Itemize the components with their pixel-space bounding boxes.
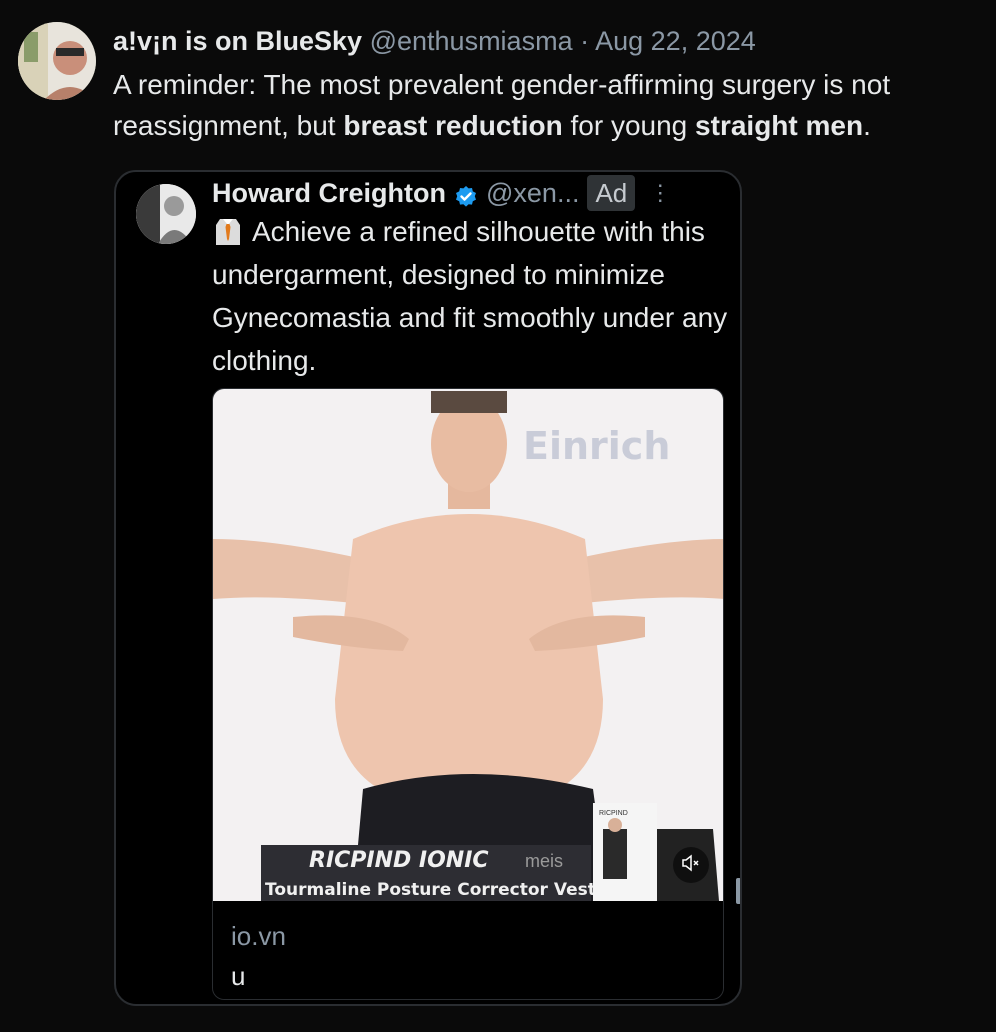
quoted-text: Achieve a refined silhouette with this u… <box>212 210 732 382</box>
card-footer[interactable]: io.vn u <box>213 901 723 999</box>
post-text: A reminder: The most prevalent gender-af… <box>113 64 983 146</box>
quoted-post[interactable]: Howard Creighton @xen... Ad ⋮ Achieve a … <box>114 170 742 1006</box>
post: a!v¡n is on BlueSky @enthusmiasma · Aug … <box>0 0 996 1032</box>
quoted-header: Howard Creighton @xen... Ad ⋮ <box>212 174 671 212</box>
ad-badge: Ad <box>587 175 636 211</box>
post-header: a!v¡n is on BlueSky @enthusmiasma · Aug … <box>113 22 756 60</box>
author-handle[interactable]: @enthusmiasma <box>370 26 573 56</box>
post-text-part: . <box>863 110 871 141</box>
ad-video[interactable]: Einrich RICPIND IONIC meis Tourmaline Po… <box>213 389 723 901</box>
video-scrollbar[interactable] <box>736 878 740 904</box>
watermark-text: Einrich <box>523 424 670 468</box>
quoted-text-body: Achieve a refined silhouette with this u… <box>212 216 728 376</box>
product-text: Tourmaline Posture Corrector Vest <box>265 880 596 900</box>
header-separator: · <box>580 26 590 56</box>
quoted-author-name[interactable]: Howard Creighton <box>212 174 446 212</box>
ad-media-card[interactable]: Einrich RICPIND IONIC meis Tourmaline Po… <box>212 388 724 1000</box>
post-text-bold: straight men <box>695 110 864 141</box>
quoted-avatar[interactable] <box>136 184 196 244</box>
speaker-muted-icon <box>681 853 701 878</box>
post-text-bold: breast reduction <box>343 110 563 141</box>
mute-toggle-button[interactable] <box>673 847 709 883</box>
necktie-shirt-icon <box>212 215 244 247</box>
author-name[interactable]: a!v¡n is on BlueSky <box>113 26 362 56</box>
quoted-author-handle[interactable]: @xen... <box>486 174 579 212</box>
author-avatar[interactable] <box>18 22 96 100</box>
brand-suffix-text: meis <box>525 851 563 871</box>
card-title: u <box>231 961 246 991</box>
brand-text: RICPIND IONIC <box>309 848 489 873</box>
more-options-icon[interactable]: ⋮ <box>649 174 671 212</box>
verified-badge-icon <box>454 181 478 207</box>
post-text-part: for young <box>562 110 696 141</box>
thumb-label: RICPIND <box>599 810 628 817</box>
post-date[interactable]: Aug 22, 2024 <box>595 26 756 56</box>
card-domain: io.vn <box>231 921 286 951</box>
